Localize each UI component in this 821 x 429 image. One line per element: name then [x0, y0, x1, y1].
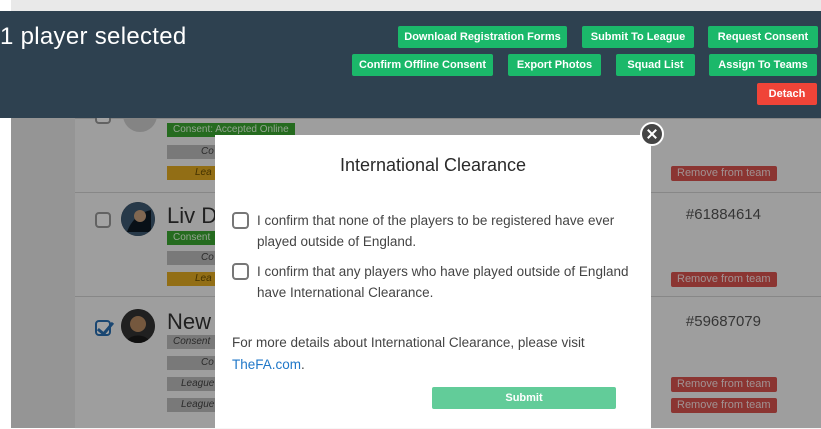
detach-button[interactable]: Detach	[757, 83, 817, 105]
checkbox[interactable]	[232, 212, 249, 229]
option-label[interactable]: I confirm that any players who have play…	[257, 261, 642, 303]
selection-count-title: 1 player selected	[0, 23, 187, 50]
details-text: For more details about International Cle…	[232, 332, 632, 376]
link-suffix: .	[301, 357, 305, 372]
request-consent-button[interactable]: Request Consent	[708, 26, 818, 48]
details-label: For more details about International Cle…	[232, 335, 585, 350]
assign-to-teams-button[interactable]: Assign To Teams	[709, 54, 817, 76]
selection-action-bar: 1 player selected Download Registration …	[0, 11, 821, 118]
international-clearance-modal: International Clearance I confirm that n…	[215, 135, 651, 428]
checkbox[interactable]	[232, 263, 249, 280]
clearance-option-never-abroad[interactable]: I confirm that none of the players to be…	[232, 210, 642, 254]
submit-button[interactable]: Submit	[432, 387, 616, 409]
modal-title: International Clearance	[339, 155, 527, 175]
option-label[interactable]: I confirm that none of the players to be…	[257, 210, 642, 252]
squad-list-button[interactable]: Squad List	[616, 54, 695, 76]
thefa-link[interactable]: TheFA.com	[232, 357, 301, 372]
download-registration-forms-button[interactable]: Download Registration Forms	[398, 26, 567, 48]
confirm-offline-consent-button[interactable]: Confirm Offline Consent	[352, 54, 493, 76]
close-icon[interactable]	[640, 122, 664, 146]
export-photos-button[interactable]: Export Photos	[508, 54, 601, 76]
clearance-option-has-clearance[interactable]: I confirm that any players who have play…	[232, 261, 642, 305]
submit-to-league-button[interactable]: Submit To League	[582, 26, 694, 48]
